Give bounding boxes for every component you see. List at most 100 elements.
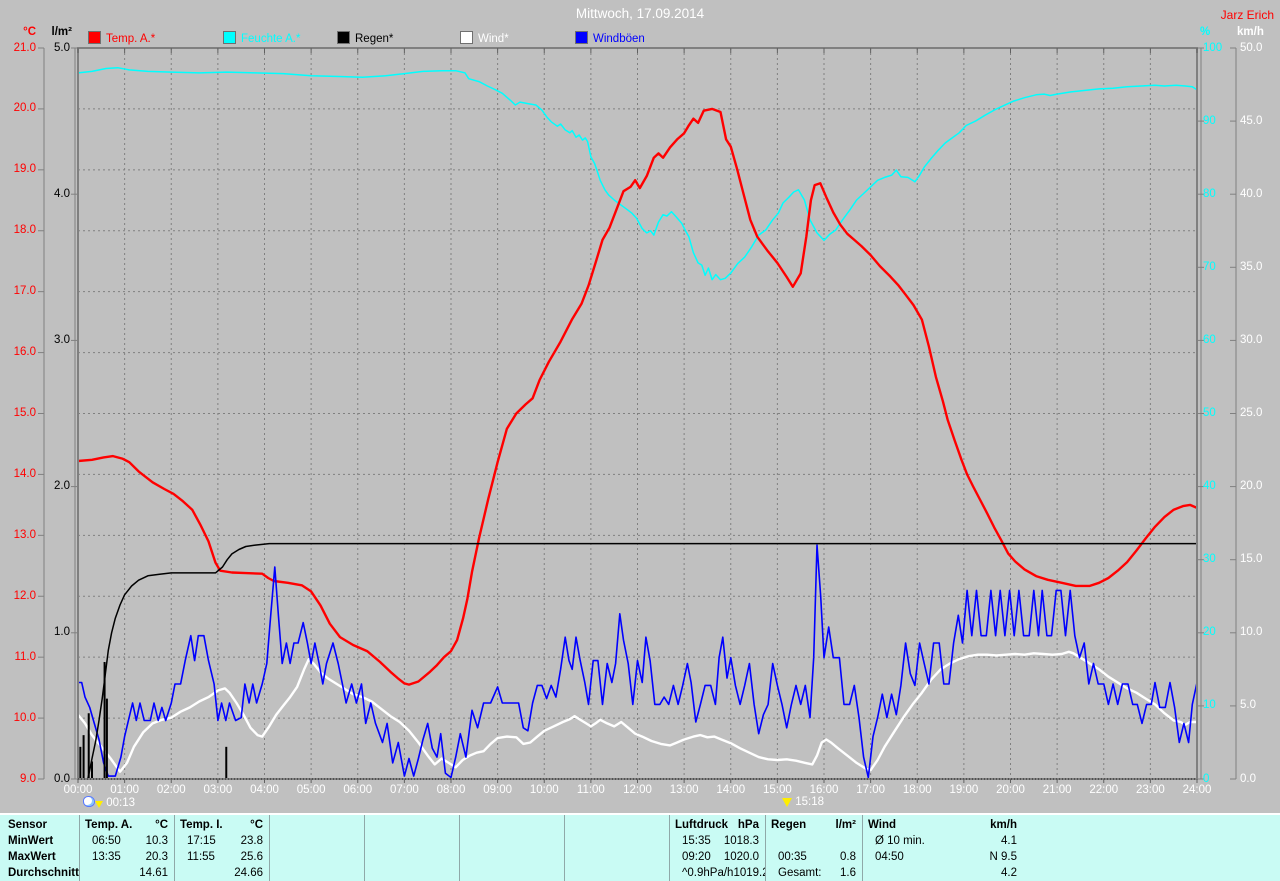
- cell-value: l/m²: [835, 819, 856, 831]
- cell-time: [565, 865, 577, 881]
- cell-value: [358, 817, 364, 833]
- wind-tick-label: 25.0: [1240, 407, 1263, 419]
- cell-value: 1.6: [840, 867, 856, 879]
- humidity-tick-label: 20: [1203, 626, 1216, 639]
- table-header-cell: Regen l/m²: [766, 817, 862, 833]
- cell-time: [270, 865, 282, 881]
- humidity-tick-label: 60: [1203, 333, 1216, 346]
- humidity-tick-label: 10: [1203, 699, 1216, 712]
- table-cell: [270, 865, 364, 881]
- cell-value: 0.8: [840, 851, 856, 863]
- cell-time: 06:50: [92, 835, 121, 847]
- table-cell: 17:15 23.8: [175, 833, 269, 849]
- cell-value: 25.6: [240, 851, 263, 863]
- time-tick-label: 22:00: [1089, 784, 1119, 796]
- humidity-tick-label: 100: [1203, 41, 1223, 54]
- cell-time: [460, 865, 472, 881]
- rain-begin-marker: 00:13: [83, 796, 135, 810]
- cell-value: 4.2: [1001, 867, 1017, 879]
- table-cell: [565, 849, 669, 865]
- wind-tick-label: 20.0: [1240, 480, 1263, 493]
- time-tick-label: 01:00: [110, 784, 140, 796]
- cell-value: 1019.2: [733, 867, 765, 879]
- table-cell: 15:35 1018.3: [670, 833, 765, 849]
- cell-time: [365, 865, 377, 881]
- temp-tick-label: 17.0: [13, 285, 36, 298]
- cell-value: [663, 865, 669, 881]
- cell-time: 13:35: [92, 851, 121, 863]
- table-row-label: MaxWert: [8, 851, 56, 863]
- legend-item: Regen*: [337, 31, 393, 45]
- time-tick-label: 21:00: [1042, 784, 1072, 796]
- temp-tick-label: 18.0: [13, 224, 36, 237]
- table-cell: [565, 865, 669, 881]
- table-column: Temp. A. °C 06:50 10.3 13:35 20.3 14.61: [80, 815, 175, 881]
- table-cell: 4.2: [863, 865, 1023, 881]
- cell-value: [856, 833, 862, 849]
- time-tick-label: 20:00: [996, 784, 1025, 796]
- legend-label: Feuchte A.*: [241, 33, 301, 45]
- cell-time: [175, 865, 187, 881]
- table-cell: ^0.9hPa/h1019.2: [670, 865, 765, 881]
- cell-value: 10.3: [145, 835, 168, 847]
- cell-value: [663, 833, 669, 849]
- time-tick-label: 17:00: [856, 784, 886, 796]
- rain-tick-label: 0.0: [54, 772, 70, 785]
- cell-value: [663, 817, 669, 833]
- time-tick-label: 06:00: [343, 784, 373, 796]
- rain-event-icon: [83, 796, 95, 807]
- rain-tick-label: 2.0: [54, 480, 70, 493]
- cell-time: [365, 817, 370, 833]
- table-column: Wind km/h Ø 10 min. 4.1 04:50 N 9.5 4.2: [863, 815, 1023, 881]
- rain-tick-label: 1.0: [54, 626, 70, 639]
- time-tick-label: 16:00: [809, 784, 839, 796]
- humidity-tick-label: 90: [1203, 114, 1216, 127]
- temp-tick-label: 12.0: [13, 589, 36, 602]
- time-tick-label: 03:00: [203, 784, 233, 796]
- rain-axis-unit: l/m²: [51, 26, 72, 38]
- table-cell: [270, 833, 364, 849]
- legend-swatch-icon: [337, 31, 350, 44]
- wind-tick-label: 40.0: [1240, 187, 1263, 200]
- table-cell: 14.61: [80, 865, 174, 881]
- humidity-tick-label: 40: [1203, 480, 1216, 493]
- legend-item: Temp. A.*: [88, 31, 155, 45]
- cell-time: Regen: [771, 819, 807, 831]
- time-tick-label: 10:00: [529, 784, 559, 796]
- cell-value: 1018.3: [723, 835, 759, 847]
- cell-value: [453, 833, 459, 849]
- legend-swatch-icon: [88, 31, 101, 44]
- cell-time: [270, 849, 282, 865]
- temp-tick-label: 19.0: [13, 163, 36, 176]
- table-header-cell: Temp. A. °C: [80, 817, 174, 833]
- time-tick-label: 08:00: [436, 784, 466, 796]
- time-tick-label: 15:00: [762, 784, 792, 796]
- table-cell: [460, 833, 564, 849]
- table-column: Luftdruck hPa 15:35 1018.3 09:20 1020.0 ^0.9hP…: [670, 815, 766, 881]
- wind-tick-label: 35.0: [1240, 260, 1263, 273]
- time-tick-label: 24:00: [1182, 784, 1212, 796]
- table-header-cell: [460, 817, 564, 833]
- cell-value: [358, 833, 364, 849]
- legend-label: Windböen: [593, 33, 645, 45]
- legend-item: Wind*: [460, 31, 509, 45]
- cell-value: 1020.0: [723, 851, 759, 863]
- cell-value: 23.8: [240, 835, 263, 847]
- temp-tick-label: 10.0: [13, 711, 36, 724]
- table-column: Regen l/m² 00:35 0.8 Gesamt: 1.6: [766, 815, 863, 881]
- marker-arrow-icon: [95, 801, 103, 808]
- table-header-cell: [270, 817, 364, 833]
- cell-time: 00:35: [778, 851, 807, 863]
- cell-value: [663, 849, 669, 865]
- table-column: [460, 815, 565, 881]
- table-cell: [766, 833, 862, 849]
- humidity-axis-unit: %: [1200, 26, 1211, 38]
- cell-time: [365, 833, 377, 849]
- table-cell: 24.66: [175, 865, 269, 881]
- cell-time: Luftdruck: [675, 819, 729, 831]
- table-cell: [565, 833, 669, 849]
- cell-value: [453, 865, 459, 881]
- weather-plot: [38, 47, 1237, 783]
- cell-value: [558, 865, 564, 881]
- temp-tick-label: 20.0: [13, 102, 36, 115]
